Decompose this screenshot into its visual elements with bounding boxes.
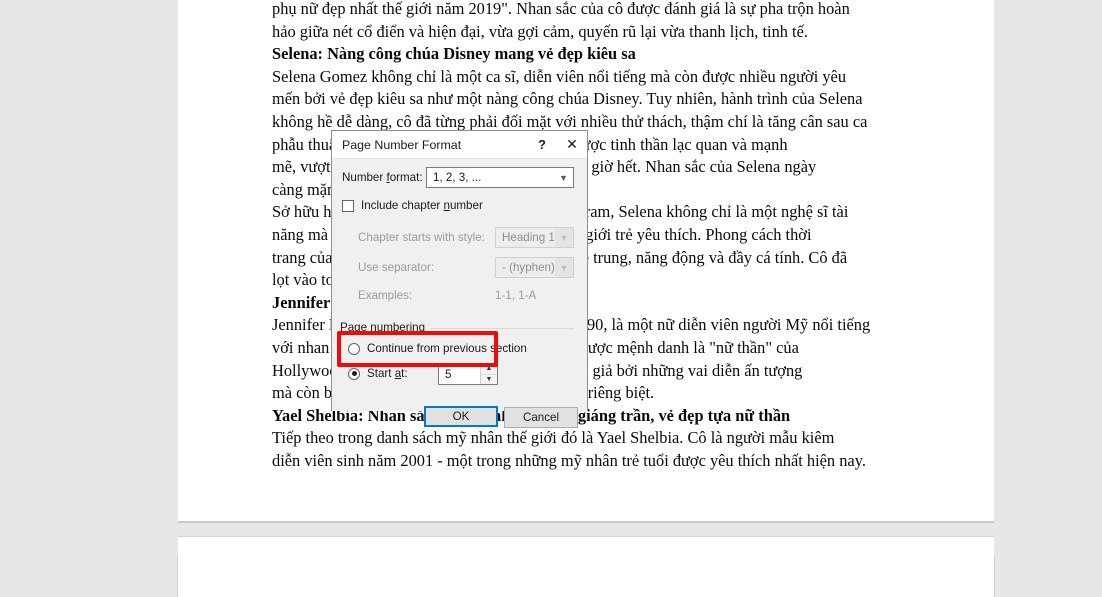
start-at-value[interactable]: 5 (439, 368, 480, 381)
dialog-title-bar: Page Number Format ? ✕ (332, 131, 587, 159)
doc-line: Selena Gomez không chỉ là một ca sĩ, diễ… (272, 66, 847, 86)
number-format-combo[interactable]: 1, 2, 3, ... ▼ (426, 167, 574, 188)
spinner-down-icon[interactable]: ▼ (481, 375, 497, 385)
cancel-button[interactable]: Cancel (504, 407, 578, 428)
right-gutter (994, 0, 1102, 555)
continue-previous-radio-row[interactable]: Continue from previous section (348, 342, 527, 355)
page-number-format-dialog: Page Number Format ? ✕ Number format: 1,… (331, 130, 588, 428)
number-format-label-row: Number format: (342, 171, 423, 184)
doc-line: mến bởi vẻ đẹp kiêu sa như một nàng công… (272, 89, 863, 109)
close-icon[interactable]: ✕ (557, 131, 587, 158)
include-chapter-row[interactable]: Include chapter number (342, 199, 483, 212)
separator-combo: - (hyphen) ▼ (495, 257, 574, 278)
separator-label: Use separator: (358, 261, 435, 274)
doc-heading: Selena: Nàng công chúa Disney mang vẻ đẹ… (272, 44, 636, 64)
chevron-down-icon: ▼ (554, 228, 573, 247)
doc-line: phụ nữ đẹp nhất thế giới năm 2019". Nhan… (272, 0, 850, 18)
chapter-style-label: Chapter starts with style: (358, 231, 485, 244)
include-chapter-checkbox[interactable] (342, 199, 354, 212)
number-format-value: 1, 2, 3, ... (433, 171, 482, 184)
doc-line: hảo giữa nét cổ điển và hiện đại, vừa gợ… (272, 21, 808, 41)
group-divider (430, 328, 574, 329)
start-at-radio-row[interactable]: Start at: (348, 367, 408, 380)
doc-line: Tiếp theo trong danh sách mỹ nhân thế gi… (272, 428, 835, 448)
ok-button[interactable]: OK (424, 406, 498, 427)
separator-value: - (hyphen) (502, 261, 555, 274)
start-at-radio[interactable] (348, 367, 360, 380)
number-format-label: Number format: (342, 171, 423, 184)
page-separator (178, 521, 994, 523)
help-icon[interactable]: ? (527, 131, 557, 158)
dialog-body: Number format: 1, 2, 3, ... ▼ Include ch… (332, 159, 587, 428)
spinner-buttons[interactable]: ▲ ▼ (480, 364, 497, 384)
continue-previous-radio[interactable] (348, 342, 360, 355)
chevron-down-icon[interactable]: ▼ (554, 168, 573, 187)
continue-previous-label: Continue from previous section (367, 342, 527, 355)
chapter-style-combo: Heading 1 ▼ (495, 227, 574, 248)
chevron-down-icon: ▼ (554, 258, 573, 277)
examples-value: 1-1, 1-A (495, 289, 537, 302)
page-numbering-group-label: Page numbering (340, 321, 431, 334)
separator-label-row: Use separator: (358, 261, 434, 274)
start-at-spinner[interactable]: 5 ▲ ▼ (438, 363, 498, 385)
examples-label: Examples: (358, 289, 413, 302)
spinner-up-icon[interactable]: ▲ (481, 364, 497, 375)
chapter-style-value: Heading 1 (502, 231, 555, 244)
examples-value-row: 1-1, 1-A (495, 289, 536, 302)
include-chapter-label: Include chapter number (361, 199, 483, 212)
start-at-label: Start at: (367, 367, 408, 380)
dialog-title: Page Number Format (342, 137, 462, 152)
document-page-2 (178, 537, 994, 597)
left-gutter (0, 0, 178, 555)
examples-label-row: Examples: (358, 289, 412, 302)
doc-line: diễn viên sinh năm 2001 - một trong nhữn… (272, 450, 866, 470)
chapter-style-label-row: Chapter starts with style: (358, 231, 485, 244)
